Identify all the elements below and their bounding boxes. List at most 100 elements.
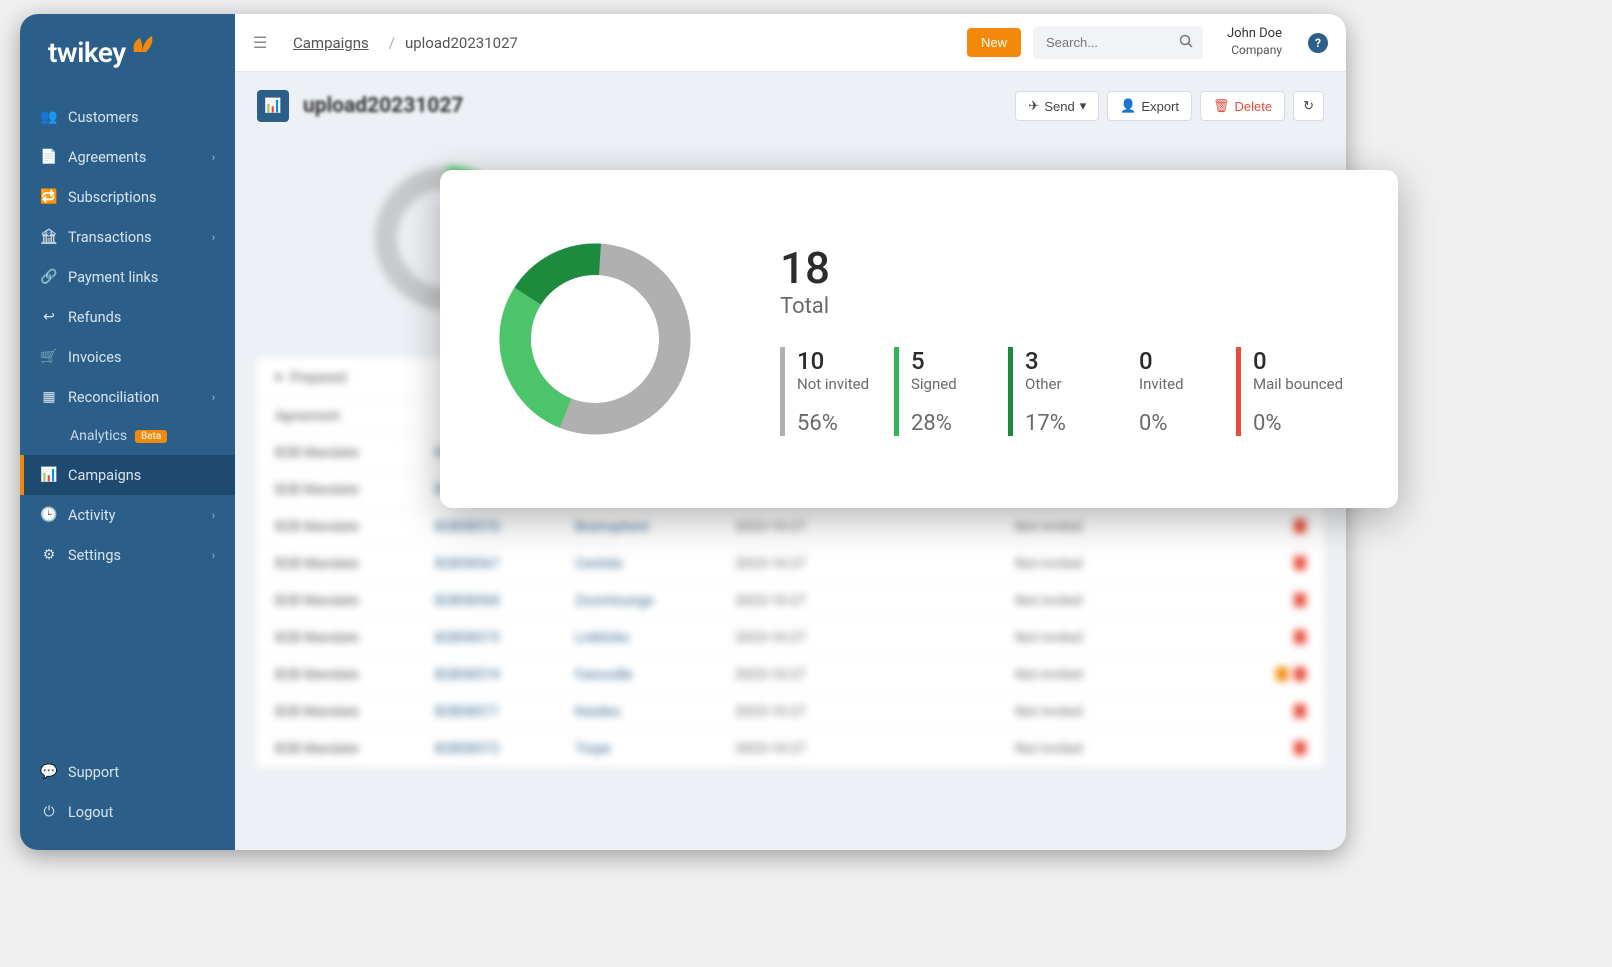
sidebar-item-agreements[interactable]: 📄Agreements›: [20, 137, 235, 177]
search-box: [1033, 26, 1203, 59]
customers-icon: 👥: [40, 108, 58, 126]
delete-row-icon[interactable]: [1294, 741, 1306, 755]
cell-agreement: B2B Mandate: [275, 704, 435, 720]
stat-signed: 5Signed28%: [894, 347, 986, 436]
cell-agreement: B2B Mandate: [275, 445, 435, 461]
sidebar-item-refunds[interactable]: ↩Refunds: [20, 297, 235, 337]
breadcrumb: Campaigns / upload20231027: [293, 34, 518, 52]
table-row[interactable]: B2B MandateB2B58570Brainsphere2023-10-27…: [257, 508, 1324, 545]
cell-status: Not invited: [1015, 630, 1245, 646]
stat-pct: 28%: [894, 411, 986, 436]
delete-row-icon[interactable]: [1294, 593, 1306, 607]
table-row[interactable]: B2B MandateB2B58567Centido2023-10-27Not …: [257, 545, 1324, 582]
table-row[interactable]: B2B MandateB2B58574Fanoodle2023-10-27Not…: [257, 656, 1324, 693]
sidebar-item-logout[interactable]: ⏻ Logout: [20, 792, 235, 832]
cell-company[interactable]: Zoomlounge: [575, 593, 735, 609]
cell-actions: [1294, 593, 1306, 609]
col-agreement[interactable]: Agreement: [275, 409, 435, 424]
cell-actions: [1294, 556, 1306, 572]
cell-date: 2023-10-27: [735, 741, 1015, 757]
cell-ref[interactable]: B2B58567: [435, 556, 575, 572]
delete-button[interactable]: 🗑 Delete: [1200, 91, 1285, 121]
export-button[interactable]: 👤 Export: [1107, 91, 1192, 121]
user-company: Company: [1227, 43, 1282, 59]
delete-row-icon[interactable]: [1294, 519, 1306, 533]
cell-ref[interactable]: B2B58571: [435, 704, 575, 720]
warn-icon[interactable]: [1276, 667, 1288, 681]
cell-ref[interactable]: B2B58572: [435, 741, 575, 757]
delete-row-icon[interactable]: [1294, 630, 1306, 644]
cell-date: 2023-10-27: [735, 519, 1015, 535]
stats-row: 10Not invited56%5Signed28%3Other17%0Invi…: [780, 347, 1358, 436]
cell-actions: [1294, 741, 1306, 757]
sidebar-item-activity[interactable]: 🕒 Activity ›: [20, 495, 235, 535]
table-row[interactable]: B2B MandateB2B58568Zoomlounge2023-10-27N…: [257, 582, 1324, 619]
cell-actions: [1294, 519, 1306, 535]
cell-date: 2023-10-27: [735, 556, 1015, 572]
sidebar-item-invoices[interactable]: 🛒Invoices: [20, 337, 235, 377]
cell-company[interactable]: Linklinks: [575, 630, 735, 646]
new-button[interactable]: New: [967, 28, 1021, 57]
cell-status: Not invited: [1015, 741, 1245, 757]
send-button[interactable]: ✈ Send ▾: [1015, 91, 1099, 121]
stat-value: 0: [1139, 347, 1214, 375]
breadcrumb-root[interactable]: Campaigns: [293, 34, 369, 52]
cell-ref[interactable]: B2B58574: [435, 667, 575, 683]
sidebar-item-subscriptions[interactable]: 🔁Subscriptions: [20, 177, 235, 217]
user-icon: 👤: [1120, 98, 1136, 114]
refresh-button[interactable]: ↻: [1293, 91, 1324, 121]
cell-status: Not invited: [1015, 593, 1245, 609]
hamburger-icon[interactable]: ☰: [253, 33, 271, 52]
sidebar-item-customers[interactable]: 👥Customers: [20, 97, 235, 137]
sidebar-item-label: Subscriptions: [68, 189, 156, 206]
sidebar-item-label: Campaigns: [68, 467, 141, 484]
cell-status: Not invited: [1015, 667, 1245, 683]
table-row[interactable]: B2B MandateB2B58573Linklinks2023-10-27No…: [257, 619, 1324, 656]
sidebar-item-label: Activity: [68, 507, 115, 524]
sidebar-item-support[interactable]: 💬 Support: [20, 752, 235, 792]
cell-status: Not invited: [1015, 519, 1245, 535]
cell-company[interactable]: Centido: [575, 556, 735, 572]
help-icon[interactable]: ?: [1308, 33, 1328, 53]
chevron-right-icon: ›: [212, 231, 215, 244]
page-actions: ✈ Send ▾ 👤 Export 🗑 Delete ↻: [1015, 91, 1324, 121]
chevron-right-icon: ›: [212, 509, 215, 522]
chevron-right-icon: ›: [212, 151, 215, 164]
cell-ref[interactable]: B2B58573: [435, 630, 575, 646]
stat-label: Other: [1025, 375, 1100, 393]
stat-label: Signed: [911, 375, 986, 393]
sidebar-item-payment-links[interactable]: 🔗Payment links: [20, 257, 235, 297]
cell-ref[interactable]: B2B58568: [435, 593, 575, 609]
table-row[interactable]: B2B MandateB2B58571Kwideo2023-10-27Not i…: [257, 693, 1324, 730]
stat-pct: 0%: [1236, 411, 1343, 436]
cell-agreement: B2B Mandate: [275, 630, 435, 646]
sidebar-item-analytics[interactable]: AnalyticsBeta: [20, 417, 235, 455]
search-input[interactable]: [1033, 26, 1203, 59]
cell-actions: [1276, 667, 1306, 683]
cell-date: 2023-10-27: [735, 630, 1015, 646]
chevron-right-icon: ›: [212, 549, 215, 562]
cell-ref[interactable]: B2B58570: [435, 519, 575, 535]
sidebar-item-settings[interactable]: ⚙Settings›: [20, 535, 235, 575]
sidebar-item-campaigns[interactable]: 📊Campaigns: [20, 455, 235, 495]
cell-company[interactable]: Kwideo: [575, 704, 735, 720]
sidebar-item-reconciliation[interactable]: ▦Reconciliation›: [20, 377, 235, 417]
user-block[interactable]: John Doe Company: [1227, 26, 1282, 58]
sidebar-item-transactions[interactable]: 🏦Transactions›: [20, 217, 235, 257]
stat-pct: 56%: [780, 411, 872, 436]
cell-actions: [1294, 630, 1306, 646]
cell-agreement: B2B Mandate: [275, 593, 435, 609]
delete-row-icon[interactable]: [1294, 667, 1306, 681]
cell-agreement: B2B Mandate: [275, 519, 435, 535]
search-icon[interactable]: [1179, 34, 1193, 48]
delete-row-icon[interactable]: [1294, 556, 1306, 570]
cell-company[interactable]: Trope: [575, 741, 735, 757]
cell-company[interactable]: Brainsphere: [575, 519, 735, 535]
activity-icon: 🕒: [40, 506, 58, 524]
cell-company[interactable]: Fanoodle: [575, 667, 735, 683]
cell-agreement: B2B Mandate: [275, 741, 435, 757]
delete-row-icon[interactable]: [1294, 704, 1306, 718]
sidebar: twikey 👥Customers📄Agreements›🔁Subscripti…: [20, 14, 235, 850]
table-row[interactable]: B2B MandateB2B58572Trope2023-10-27Not in…: [257, 730, 1324, 767]
send-icon: ✈: [1028, 98, 1039, 114]
